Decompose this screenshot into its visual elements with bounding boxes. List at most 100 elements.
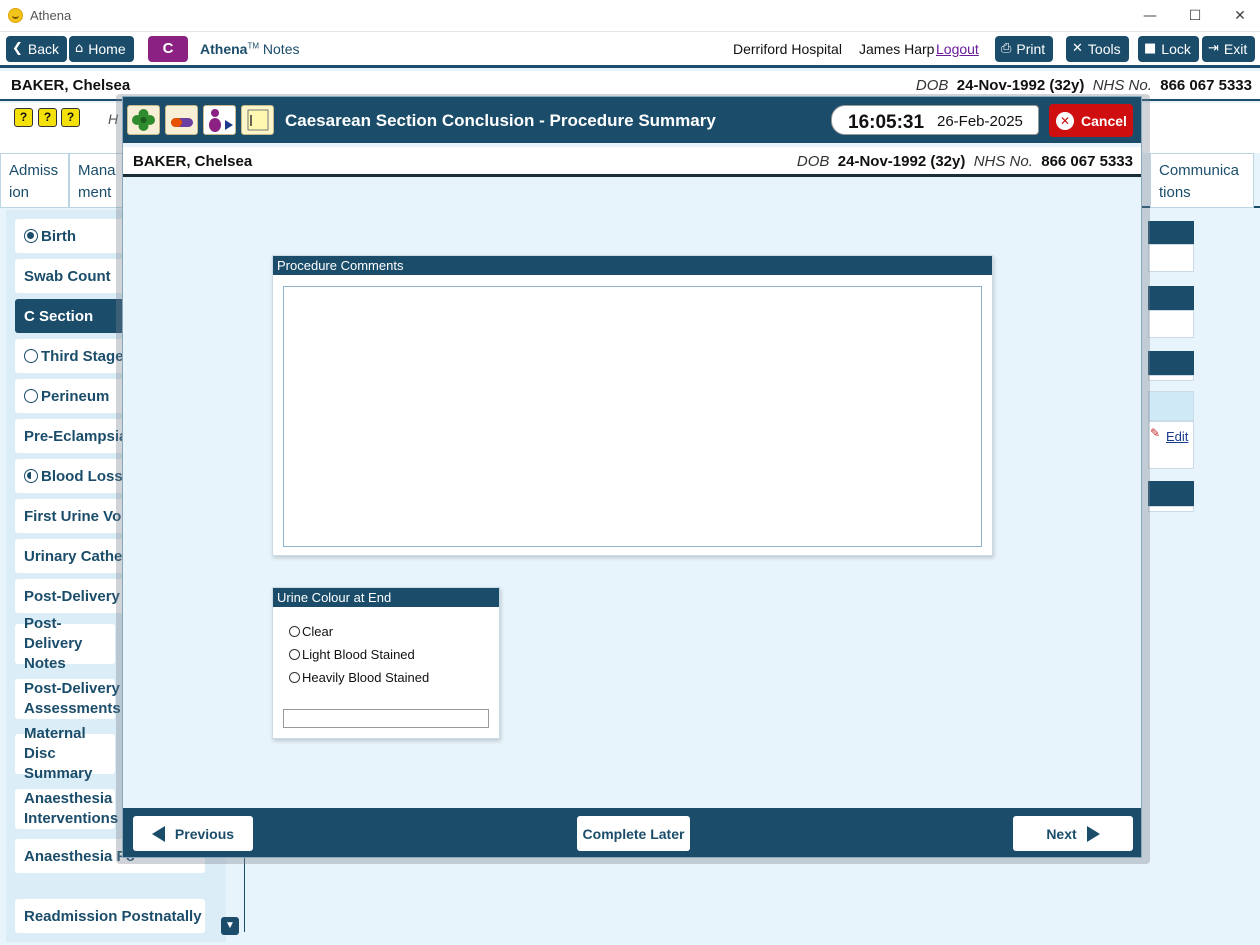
complete-later-label: Complete Later (582, 825, 685, 842)
sidebar-item-post-delivery-assessments[interactable]: Post-Delivery Assessments (15, 679, 121, 719)
close-window-button[interactable]: ✕ (1225, 4, 1255, 28)
status-empty-icon (24, 349, 38, 363)
arrow-right-icon (1086, 825, 1100, 842)
status-empty-icon (24, 389, 38, 403)
c-button[interactable]: C (148, 36, 188, 62)
option-label: Heavily Blood Stained (302, 670, 430, 685)
radio-button[interactable] (289, 672, 300, 683)
help-icon[interactable]: ? (38, 108, 57, 127)
mother-baby-icon[interactable] (203, 105, 236, 135)
urine-option-clear[interactable]: Clear (289, 624, 333, 639)
status-partial-icon (24, 469, 38, 483)
brand-suffix: Notes (262, 41, 300, 57)
medication-pill-icon[interactable] (165, 105, 198, 135)
panel-header (1148, 221, 1194, 244)
user-name: James Harp (859, 41, 935, 57)
back-button[interactable]: ❮ Back (6, 36, 68, 62)
previous-button[interactable]: Previous (133, 816, 253, 851)
wrench-icon: ✕ (1072, 41, 1083, 56)
panel-body (1148, 310, 1194, 338)
tab-admission[interactable]: Admiss ion (0, 153, 69, 208)
sidebar-item-label: Readmission Postnatally (24, 907, 202, 925)
tools-button[interactable]: ✕ Tools (1066, 36, 1129, 62)
cancel-button[interactable]: ✕ Cancel (1049, 104, 1133, 137)
sidebar-item-label: Blood Loss (41, 467, 123, 485)
sidebar-item-label: Post-Delivery Assessments (24, 680, 121, 717)
title-bar: Athena — ☐ ✕ (0, 0, 1260, 32)
lock-label: Lock (1161, 41, 1191, 57)
complete-later-button[interactable]: Complete Later (577, 816, 690, 851)
exit-button[interactable]: ⇥ Exit (1202, 36, 1256, 62)
sidebar-item-label: Swab Count (24, 267, 111, 285)
help-question-icon[interactable]: ? (61, 108, 80, 127)
date-time-display: 16:05:31 26-Feb-2025 (831, 105, 1039, 135)
pencil-icon: ✎ (1150, 426, 1161, 440)
patient-info: DOB 24-Nov-1992 (32y) NHS No. 866 067 53… (797, 153, 1133, 170)
back-label: Back (27, 41, 60, 57)
sidebar-item-label: Anaesthesia Interventions (24, 790, 119, 827)
urine-option-light-blood-stained[interactable]: Light Blood Stained (289, 647, 415, 662)
sidebar-item-readmission-postnatally[interactable]: Readmission Postnatally (15, 899, 205, 933)
sidebar-item-maternal-discharge-summary[interactable]: Maternal Disc Summary (15, 725, 115, 782)
exit-label: Exit (1223, 41, 1248, 57)
urine-colour-other-input[interactable] (283, 709, 489, 728)
sidebar-item-label: Urinary Cathe (24, 547, 123, 565)
sidebar-scroll-down-button[interactable]: ▼ (221, 917, 239, 935)
help-list-icon[interactable]: ? (14, 108, 33, 127)
procedure-summary-dialog: Caesarean Section Conclusion - Procedure… (122, 96, 1142, 858)
nhs-value: 866 067 5333 (1160, 77, 1252, 94)
print-label: Print (1016, 41, 1046, 57)
previous-label: Previous (174, 825, 235, 842)
clover-icon[interactable] (127, 105, 160, 135)
nhs-label: NHS No. (1092, 77, 1152, 94)
minimize-button[interactable]: — (1135, 4, 1165, 28)
home-button[interactable]: ⌂ Home (69, 36, 134, 62)
panel-header (1148, 286, 1194, 310)
radio-button[interactable] (289, 626, 300, 637)
dialog-header: Caesarean Section Conclusion - Procedure… (123, 97, 1141, 143)
patient-info: DOB 24-Nov-1992 (32y) NHS No. 866 067 53… (916, 77, 1252, 94)
lock-icon: ■ (1144, 41, 1157, 56)
sidebar-item-anaesthesia-interventions[interactable]: Anaesthesia Interventions (15, 789, 119, 829)
panel-body (1148, 375, 1194, 381)
print-button[interactable]: ⎙ Print (995, 36, 1054, 62)
exit-icon: ⇥ (1208, 41, 1219, 56)
sidebar-item-label: Post-Delivery Notes (24, 615, 83, 672)
procedure-comments-panel: Procedure Comments (272, 255, 993, 556)
printer-icon: ⎙ (1001, 41, 1012, 56)
dialog-title: Caesarean Section Conclusion - Procedure… (285, 111, 716, 130)
nhs-label: NHS No. (973, 153, 1033, 170)
option-label: Clear (302, 624, 334, 639)
tab-communications[interactable]: Communica tions (1150, 153, 1254, 208)
hospital-name: Derriford Hospital (733, 41, 842, 57)
sidebar-item-label: Pre-Eclampsia (24, 427, 128, 445)
panel-highlight (1148, 391, 1194, 421)
notes-icon[interactable] (241, 105, 274, 135)
cancel-label: Cancel (1081, 112, 1127, 129)
edit-link[interactable]: Edit (1166, 429, 1188, 444)
maximize-button[interactable]: ☐ (1180, 4, 1210, 28)
logout-link[interactable]: Logout (936, 41, 979, 57)
dob-value: 24-Nov-1992 (32y) (956, 77, 1085, 94)
sidebar-item-label: Post-Delivery (24, 587, 120, 605)
dob-label: DOB (796, 153, 830, 170)
option-label: Light Blood Stained (302, 647, 415, 662)
panel-header (1148, 481, 1194, 506)
sidebar-item-post-delivery-notes[interactable]: Post-Delivery Notes (15, 615, 115, 672)
main-nav-bar: ❮ Back ⌂ Home C AthenaTM Notes Derriford… (0, 32, 1260, 68)
sidebar-item-label: Third Stage (41, 347, 124, 365)
arrow-left-icon (151, 825, 165, 842)
urine-colour-heading: Urine Colour at End (273, 588, 499, 607)
procedure-comments-textarea[interactable] (283, 286, 982, 547)
radio-button[interactable] (289, 649, 300, 660)
sidebar-item-c-section[interactable]: C Section (15, 299, 125, 333)
sidebar-item-label: Birth (41, 227, 76, 245)
panel-body (1148, 506, 1194, 512)
home-icon: ⌂ (75, 41, 84, 56)
panel-header (1148, 351, 1194, 375)
dob-label: DOB (915, 77, 949, 94)
next-button[interactable]: Next (1013, 816, 1133, 851)
urine-option-heavily-blood-stained[interactable]: Heavily Blood Stained (289, 670, 429, 685)
lock-button[interactable]: ■ Lock (1138, 36, 1199, 62)
brand-label: AthenaTM Notes (200, 41, 299, 57)
